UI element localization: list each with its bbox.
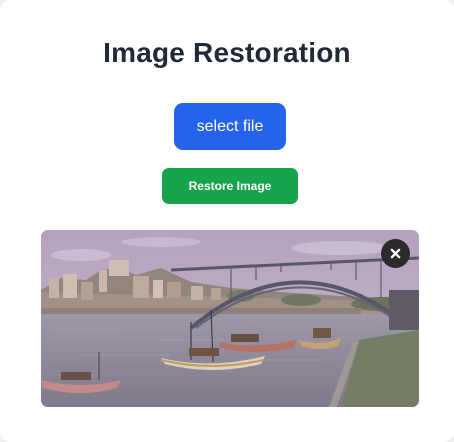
select-file-button[interactable]: select file (174, 103, 286, 150)
main-card: Image Restoration select file Restore Im… (0, 0, 454, 442)
close-icon (390, 248, 401, 259)
image-preview (41, 230, 419, 407)
page-title: Image Restoration (103, 37, 351, 68)
restore-image-button[interactable]: Restore Image (162, 168, 298, 204)
preview-photo (41, 230, 419, 407)
remove-image-button[interactable] (381, 239, 410, 268)
